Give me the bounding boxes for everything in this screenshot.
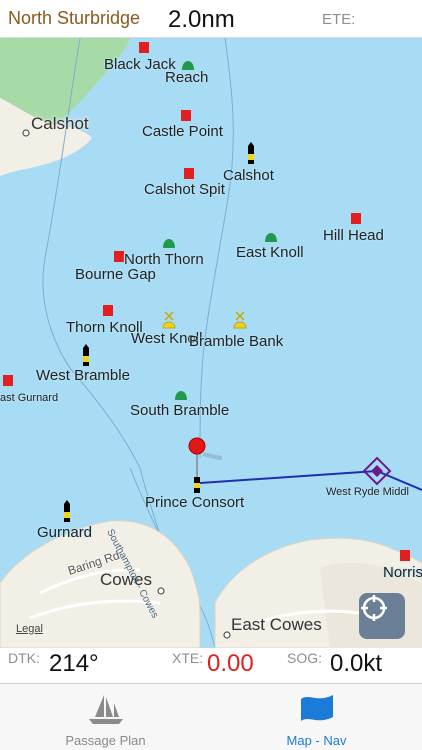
town-dot bbox=[223, 631, 231, 639]
town-dot bbox=[157, 587, 165, 595]
buoy-green-cone bbox=[265, 233, 277, 242]
nav-status-bar: DTK: 214° XTE: 0.00 SOG: 0.0kt bbox=[0, 648, 422, 684]
cardinal-marker bbox=[194, 477, 200, 493]
chart-map[interactable]: Black Jack Reach Calshot Castle Point Ca… bbox=[0, 38, 422, 648]
label-gurnard: Gurnard bbox=[37, 524, 93, 541]
crosshair-icon bbox=[361, 595, 387, 621]
buoy-yellow-special bbox=[162, 311, 176, 329]
label-west-bramble: West Bramble bbox=[36, 367, 130, 384]
pin-shadow bbox=[202, 452, 223, 460]
route-line bbox=[199, 470, 378, 484]
locate-button[interactable] bbox=[359, 593, 405, 639]
label-bramble-bank: Bramble Bank bbox=[189, 333, 284, 350]
cardinal-marker bbox=[83, 344, 89, 366]
buoy-green-cone bbox=[163, 239, 175, 248]
tab-bar: Passage Plan Map - Nav bbox=[0, 684, 422, 750]
buoy-yellow-special bbox=[233, 311, 247, 329]
buoy-red-square bbox=[103, 305, 113, 316]
sog-label: SOG: bbox=[287, 650, 323, 666]
position-pin bbox=[188, 437, 206, 455]
waypoint-name[interactable]: North Sturbridge bbox=[8, 8, 140, 29]
buoy-green-cone bbox=[175, 391, 187, 400]
label-west-ryde-middle: West Ryde Middl bbox=[326, 486, 409, 498]
label-bourne-gap: Bourne Gap bbox=[75, 266, 156, 283]
label-east-gurnard: ast Gurnard bbox=[0, 392, 59, 404]
label-reach: Reach bbox=[165, 69, 209, 86]
buoy-red-square bbox=[139, 42, 149, 53]
buoy-red-square bbox=[3, 375, 13, 386]
channel-contour-east bbox=[199, 38, 234, 459]
tab-map-nav[interactable]: Map - Nav bbox=[211, 684, 422, 750]
label-castle-point: Castle Point bbox=[142, 123, 223, 140]
buoy-red-square bbox=[184, 168, 194, 179]
buoy-red-square bbox=[351, 213, 361, 224]
label-norris: Norris bbox=[383, 564, 422, 581]
top-bar: North Sturbridge 2.0nm ETE: bbox=[0, 0, 422, 38]
ete-label: ETE: bbox=[322, 11, 356, 28]
label-north-thorn: North Thorn bbox=[124, 251, 204, 268]
cardinal-marker bbox=[64, 500, 70, 522]
label-south-bramble: South Bramble bbox=[130, 402, 230, 419]
label-hill-head: Hill Head bbox=[323, 227, 384, 244]
tab-label-map-nav: Map - Nav bbox=[286, 733, 347, 748]
label-east-cowes: East Cowes bbox=[231, 615, 322, 634]
dtk-label: DTK: bbox=[8, 650, 40, 666]
label-calshot-spit: Calshot Spit bbox=[144, 181, 225, 198]
xte-value: 0.00 bbox=[207, 650, 254, 677]
label-calshot-town: Calshot bbox=[31, 114, 89, 133]
sog-value: 0.0kt bbox=[330, 650, 383, 677]
xte-label: XTE: bbox=[172, 650, 204, 666]
buoy-red-square bbox=[181, 110, 191, 121]
tab-label-passage-plan: Passage Plan bbox=[65, 733, 146, 748]
label-east-knoll: East Knoll bbox=[236, 244, 304, 261]
flag-icon bbox=[300, 695, 333, 721]
buoy-red-square bbox=[114, 251, 124, 262]
distance-value: 2.0nm bbox=[168, 6, 235, 33]
label-calshot-buoy: Calshot bbox=[223, 167, 274, 184]
sailboat-icon bbox=[88, 695, 123, 724]
tab-passage-plan[interactable]: Passage Plan bbox=[0, 684, 211, 750]
cardinal-marker bbox=[248, 142, 254, 164]
dtk-value: 214° bbox=[49, 650, 99, 677]
label-prince-consort: Prince Consort bbox=[145, 494, 245, 511]
town-dot bbox=[22, 129, 30, 137]
buoy-red-square bbox=[400, 550, 410, 561]
legal-link[interactable]: Legal bbox=[16, 624, 43, 635]
